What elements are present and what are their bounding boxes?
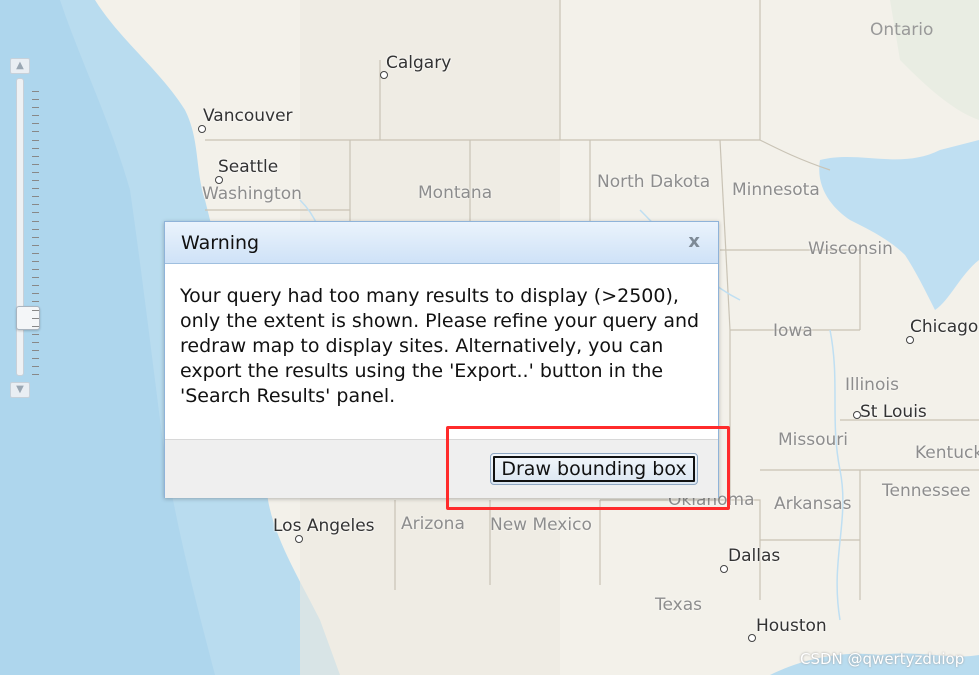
region-label: Minnesota bbox=[732, 180, 820, 200]
zoom-tick bbox=[32, 293, 39, 295]
dialog-message: Your query had too many results to displ… bbox=[180, 285, 700, 407]
zoom-tick bbox=[32, 269, 39, 271]
zoom-tick bbox=[32, 325, 39, 327]
zoom-tick bbox=[32, 147, 39, 149]
city-label: Houston bbox=[756, 616, 827, 636]
zoom-tick bbox=[32, 204, 39, 206]
city-marker bbox=[380, 71, 388, 79]
watermark: CSDN @qwertyzduiop bbox=[800, 650, 965, 668]
region-label: Washington bbox=[202, 184, 302, 204]
region-label: Ontario bbox=[870, 20, 934, 40]
region-label: Montana bbox=[418, 183, 493, 203]
zoom-tick bbox=[32, 358, 39, 360]
city-marker bbox=[720, 565, 728, 573]
region-label: Missouri bbox=[778, 430, 848, 450]
city-marker bbox=[748, 634, 756, 642]
zoom-tick bbox=[32, 350, 39, 351]
zoom-tick bbox=[32, 220, 39, 222]
zoom-tick bbox=[32, 228, 39, 230]
zoom-tick bbox=[32, 366, 39, 368]
zoom-in-button[interactable]: ▲ bbox=[10, 58, 30, 74]
city-marker bbox=[215, 176, 223, 184]
city-label: St Louis bbox=[860, 402, 927, 422]
region-label: Tennessee bbox=[882, 481, 971, 501]
zoom-tick bbox=[32, 317, 39, 319]
zoom-tick bbox=[32, 163, 39, 165]
zoom-tick bbox=[32, 171, 39, 173]
city-marker bbox=[853, 411, 861, 419]
zoom-tick bbox=[32, 123, 39, 125]
region-label: Kentucky bbox=[915, 443, 979, 463]
city-label: Los Angeles bbox=[273, 516, 375, 536]
zoom-tick bbox=[32, 180, 39, 182]
zoom-out-button[interactable]: ▼ bbox=[10, 382, 30, 398]
zoom-tick bbox=[32, 91, 39, 92]
draw-bounding-box-button[interactable]: Draw bounding box bbox=[490, 453, 698, 485]
region-label: New Mexico bbox=[490, 515, 592, 535]
warning-dialog: Warning x Your query had too many result… bbox=[164, 221, 719, 498]
zoom-tick bbox=[32, 196, 39, 198]
zoom-tick bbox=[32, 107, 39, 109]
region-label: Wisconsin bbox=[808, 239, 893, 259]
zoom-ticks bbox=[32, 91, 40, 391]
zoom-tick bbox=[32, 374, 39, 376]
zoom-track[interactable] bbox=[16, 78, 40, 376]
zoom-tick bbox=[32, 115, 39, 117]
zoom-slider[interactable]: ▲ ▼ bbox=[8, 58, 40, 398]
zoom-tick bbox=[32, 212, 39, 214]
region-label: Arizona bbox=[401, 514, 465, 534]
region-label: Iowa bbox=[773, 321, 813, 341]
dialog-titlebar[interactable]: Warning x bbox=[165, 222, 718, 264]
city-label: Seattle bbox=[218, 157, 279, 177]
zoom-tick bbox=[32, 277, 39, 279]
city-label: Calgary bbox=[386, 53, 452, 73]
city-marker bbox=[295, 535, 303, 543]
zoom-tick bbox=[32, 341, 39, 343]
zoom-tick bbox=[32, 333, 39, 335]
city-marker bbox=[906, 336, 914, 344]
dialog-footer: Draw bounding box bbox=[165, 439, 718, 498]
region-label: North Dakota bbox=[597, 172, 711, 192]
city-label: Vancouver bbox=[203, 106, 293, 126]
zoom-tick bbox=[32, 155, 39, 157]
city-label: Dallas bbox=[728, 546, 781, 566]
zoom-tick bbox=[32, 244, 39, 246]
dialog-title: Warning bbox=[181, 232, 260, 254]
zoom-tick bbox=[32, 252, 39, 254]
zoom-tick bbox=[32, 301, 39, 303]
zoom-tick bbox=[32, 99, 39, 101]
zoom-tick bbox=[32, 139, 39, 141]
zoom-tick bbox=[32, 188, 39, 190]
chevron-down-icon: ▼ bbox=[16, 384, 24, 395]
zoom-tick bbox=[32, 236, 39, 238]
region-label: Illinois bbox=[845, 375, 899, 395]
zoom-tick bbox=[32, 285, 39, 287]
close-icon[interactable]: x bbox=[688, 231, 700, 252]
zoom-tick bbox=[32, 260, 39, 262]
region-label: Texas bbox=[655, 595, 702, 615]
chevron-up-icon: ▲ bbox=[16, 60, 24, 71]
zoom-tick bbox=[32, 131, 39, 133]
city-marker bbox=[198, 125, 206, 133]
zoom-tick bbox=[32, 309, 39, 311]
region-label: Arkansas bbox=[774, 494, 852, 514]
city-label: Chicago bbox=[910, 317, 979, 337]
